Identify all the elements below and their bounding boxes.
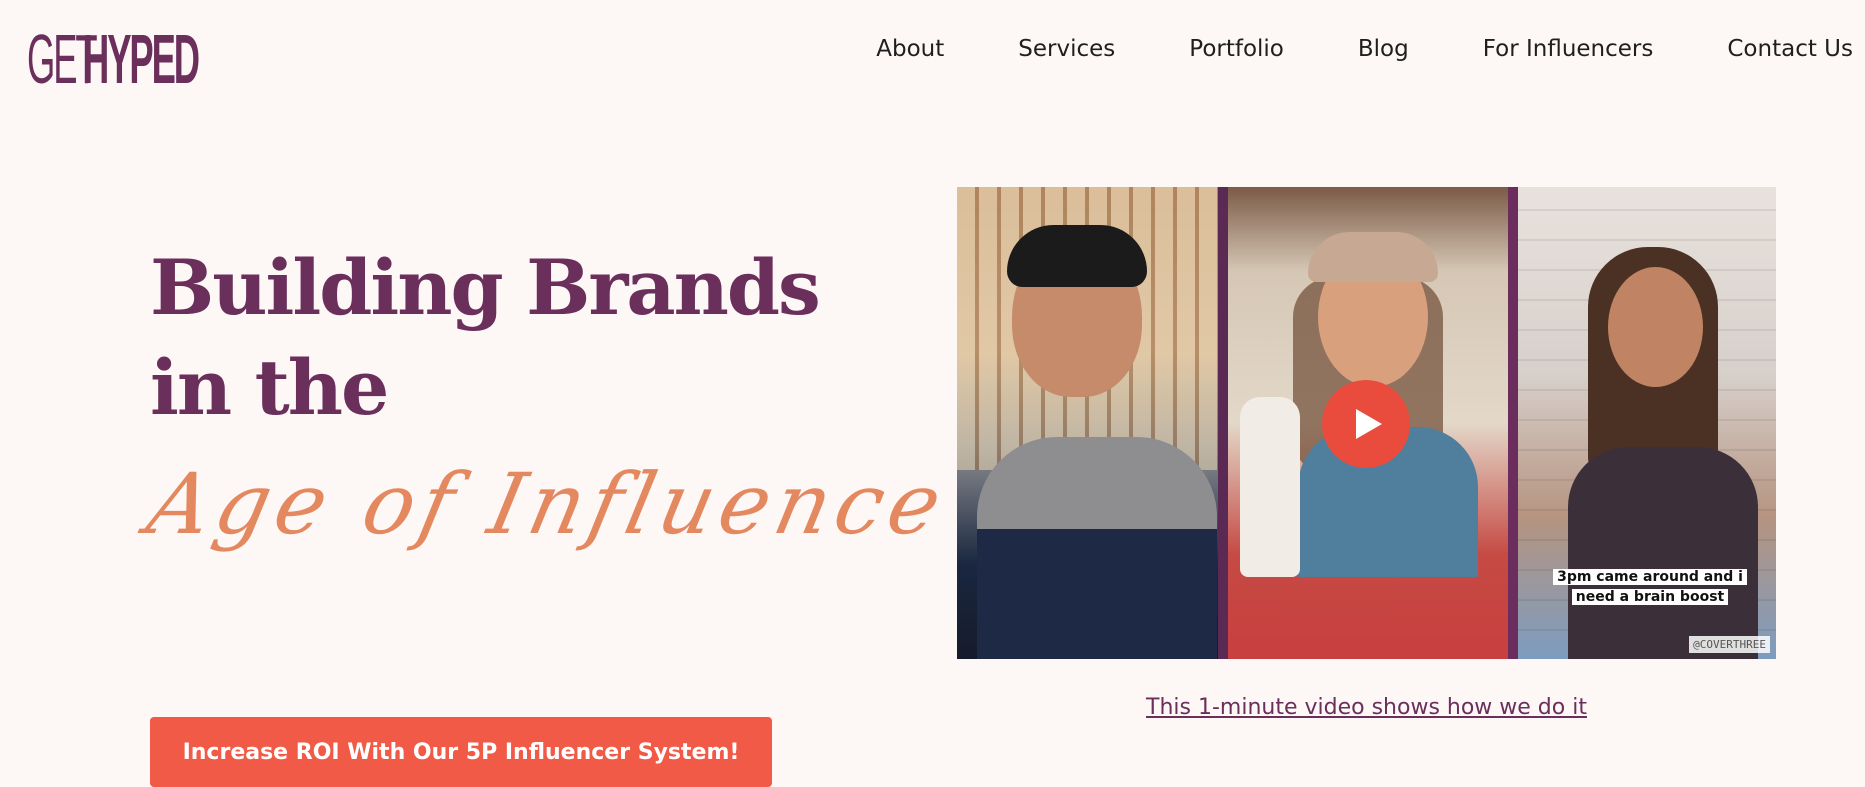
play-icon[interactable] xyxy=(1322,380,1410,468)
video-handle: @COVERTHREE xyxy=(1689,636,1770,653)
logo-get-text: GET xyxy=(27,20,98,98)
hero-heading-line2: in the xyxy=(150,343,389,432)
increase-roi-button[interactable]: Increase ROI With Our 5P Influencer Syst… xyxy=(150,717,772,787)
video-caption-line2: need a brain boost xyxy=(1571,589,1729,605)
nav-about[interactable]: About xyxy=(876,36,944,62)
nav-portfolio[interactable]: Portfolio xyxy=(1189,36,1284,62)
video-panel-woman-smiling: 3pm came around and i need a brain boost… xyxy=(1518,187,1776,659)
video-caption: 3pm came around and i need a brain boost xyxy=(1540,567,1760,607)
hero-heading: Building Brands in the xyxy=(150,238,821,438)
main-nav: About Services Portfolio Blog For Influe… xyxy=(802,36,1853,62)
video-thumbnail[interactable]: 3pm came around and i need a brain boost… xyxy=(957,187,1776,659)
bottle-image xyxy=(1240,397,1300,577)
nav-blog[interactable]: Blog xyxy=(1358,36,1409,62)
nav-services[interactable]: Services xyxy=(1018,36,1115,62)
hero-script-tagline: Age of Influence xyxy=(139,455,956,553)
video-explainer-link[interactable]: This 1-minute video shows how we do it xyxy=(957,695,1776,720)
hero-heading-line1: Building Brands xyxy=(150,243,821,332)
nav-for-influencers[interactable]: For Influencers xyxy=(1483,36,1654,62)
video-panel-man xyxy=(957,187,1218,659)
logo-hyped-text: HYPED xyxy=(83,20,200,98)
site-logo[interactable]: GET HYPED xyxy=(27,24,304,94)
nav-contact-us[interactable]: Contact Us xyxy=(1727,36,1853,62)
video-caption-line1: 3pm came around and i xyxy=(1553,569,1747,585)
